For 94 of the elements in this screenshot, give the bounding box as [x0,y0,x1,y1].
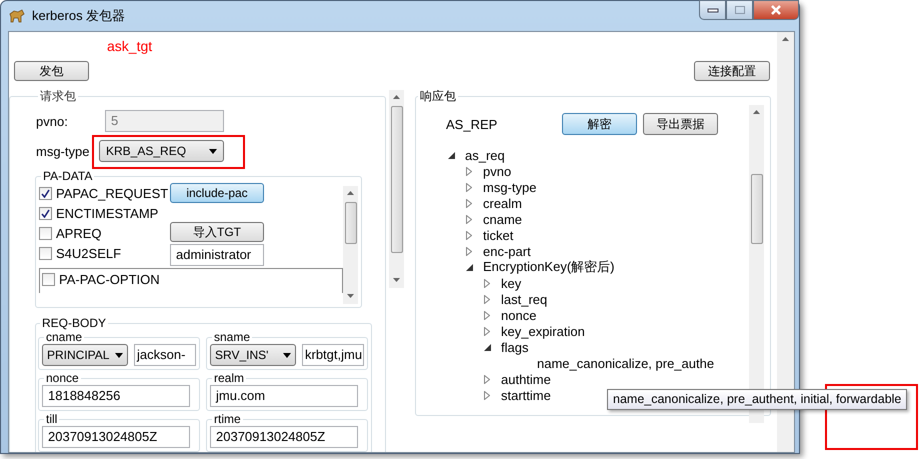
include-pac-button[interactable]: include-pac [170,183,264,203]
checkbox[interactable] [39,246,52,260]
tree-item[interactable]: authtime [501,372,551,386]
expanded-arrow-icon[interactable] [448,152,455,158]
field-label: till [46,412,58,426]
response-type-label: AS_REP [446,116,498,132]
collapsed-arrow-icon[interactable] [466,214,472,224]
send-button[interactable]: 发包 [14,61,89,81]
name-field[interactable]: krbtgt,jmu [302,344,364,366]
expanded-arrow-icon[interactable] [466,264,473,270]
name-field[interactable]: jackson- [134,344,196,366]
tree-item[interactable]: msg-type [483,180,536,194]
group-title: PA-DATA [43,169,92,183]
tooltip: name_canonicalize, pre_authent, initial, forwardable [607,389,908,410]
checkbox-label: PA-PAC-OPTION [59,272,160,286]
dropdown-caret-icon [283,352,291,358]
field-label: realm [214,371,244,385]
close-icon [770,5,782,15]
tree-item[interactable]: EncryptionKey(解密后) [483,258,614,276]
scroll-up-icon[interactable] [782,37,790,41]
collapsed-arrow-icon[interactable] [466,166,472,176]
collapsed-arrow-icon[interactable] [484,326,490,336]
scrollbar[interactable] [389,90,404,288]
app-icon [8,8,26,24]
scroll-thumb[interactable] [344,202,356,244]
tree-item[interactable]: as_req [465,148,505,162]
collapsed-arrow-icon[interactable] [466,230,472,240]
tree-item[interactable]: pvno [483,164,512,178]
minimize-button[interactable] [699,0,726,20]
checkbox[interactable] [39,226,52,240]
msg-type-dropdown[interactable]: KRB_AS_REQ [99,140,224,162]
window-title: kerberos 发包器 [32,7,126,25]
close-button[interactable] [753,0,799,20]
tree-item[interactable]: crealm [483,196,522,210]
group-title: 响应包 [420,89,456,103]
tree-item[interactable]: name_canonicalize, pre_authe [537,356,714,370]
collapsed-arrow-icon[interactable] [484,278,490,288]
scroll-up-icon[interactable] [753,110,760,114]
collapsed-arrow-icon[interactable] [466,198,472,208]
field-label: rtime [214,412,241,426]
maximize-button[interactable] [726,0,753,20]
export-ticket-button[interactable]: 导出票据 [643,113,718,135]
dropdown-caret-icon [115,352,123,358]
scroll-thumb[interactable] [390,106,402,253]
collapsed-arrow-icon[interactable] [484,390,490,400]
group-title: 请求包 [40,89,76,103]
scroll-up-icon[interactable] [393,95,400,99]
minimize-icon [706,7,718,13]
tree-item[interactable]: cname [483,212,522,226]
checkbox[interactable] [39,206,52,220]
field-label: sname [214,330,250,344]
checkbox-label: APREQ [56,226,102,240]
collapsed-arrow-icon[interactable] [466,182,472,192]
dropdown-caret-icon [209,148,217,154]
checkbox[interactable] [42,272,55,286]
tree-item[interactable]: flags [501,340,528,354]
pvno-label: pvno: [36,114,69,128]
field-label: cname [46,330,82,344]
field-label: nonce [46,371,79,385]
tree-item[interactable]: starttime [501,388,551,402]
tree-item[interactable]: ticket [483,228,514,242]
maximize-icon [734,5,746,15]
username-field[interactable]: administrator [170,244,264,266]
collapsed-arrow-icon[interactable] [466,246,472,256]
connection-config-button[interactable]: 连接配置 [694,61,770,81]
tree-item[interactable]: enc-part [483,244,531,258]
scroll-down-icon[interactable] [393,278,400,282]
import-tgt-button[interactable]: 导入TGT [170,222,264,242]
tree-item[interactable]: key_expiration [501,324,585,338]
text-field[interactable]: 20370913024805Z [42,426,190,448]
checkbox-label: ENCTIMESTAMP [56,206,158,220]
tree-item[interactable]: last_req [501,292,548,306]
text-field[interactable]: 1818848256 [42,385,190,407]
text-field[interactable]: 20370913024805Z [210,426,358,448]
name-type-dropdown[interactable]: PRINCIPAL [42,344,128,366]
mode-label: ask_tgt [107,38,154,56]
expanded-arrow-icon[interactable] [484,344,491,350]
checkbox-label: PAPAC_REQUEST [56,186,168,200]
collapsed-arrow-icon[interactable] [484,374,490,384]
collapsed-arrow-icon[interactable] [484,294,490,304]
group-title: REQ-BODY [42,316,106,330]
name-type-dropdown[interactable]: SRV_INS' [210,344,296,366]
scroll-thumb[interactable] [750,174,762,244]
collapsed-arrow-icon[interactable] [484,310,490,320]
tree-item[interactable]: nonce [501,308,536,322]
text-field[interactable]: jmu.com [210,385,358,407]
scroll-down-icon[interactable] [347,294,354,298]
checkbox[interactable] [39,186,52,200]
tree-item[interactable]: key [501,276,522,290]
scroll-up-icon[interactable] [347,191,354,195]
scrollbar[interactable] [343,186,358,304]
decrypt-button[interactable]: 解密 [562,113,637,135]
msg-type-label: msg-type [36,144,90,158]
checkbox-label: S4U2SELF [56,246,122,260]
